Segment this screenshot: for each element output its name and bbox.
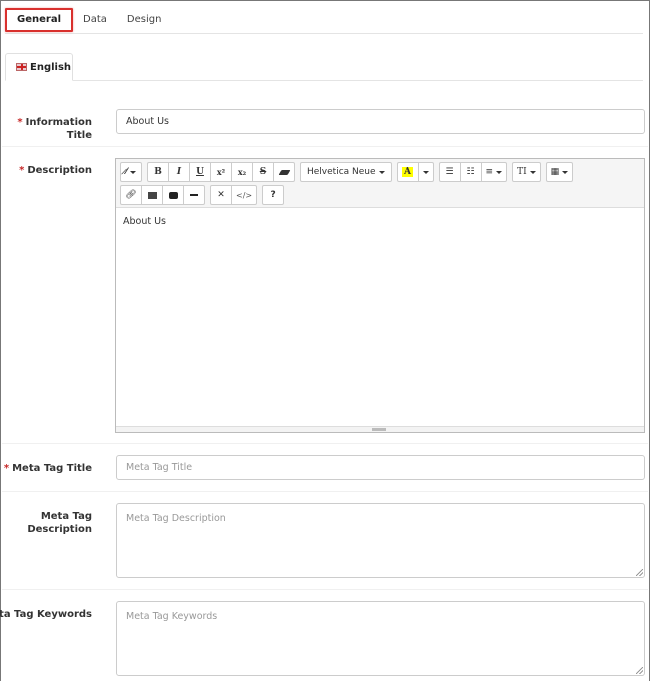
meta-title-input[interactable]: Meta Tag Title [116,455,645,480]
ordered-list-button[interactable]: ☷ [459,162,482,182]
italic-button[interactable]: I [168,162,190,182]
uk-flag-icon [16,63,27,71]
table-dropdown[interactable]: ▦ [545,162,574,182]
meta-keywords-row: Meta Tag Keywords Meta Tag Keywords [0,590,648,681]
tab-design[interactable]: Design [117,8,172,32]
meta-description-textarea[interactable]: Meta Tag Description [116,503,645,578]
style-dropdown-button[interactable]: ⁄̷ [120,162,142,182]
color-dropdown-button[interactable] [417,162,434,182]
insert-link-button[interactable]: 🔗︎ [120,185,142,205]
language-tabs: English [5,53,643,81]
help-button[interactable]: ? [262,185,285,205]
form-container: General Data Design English * Information… [0,0,650,681]
list-ul-icon: ☰ [445,167,454,177]
insert-picture-button[interactable] [141,185,163,205]
information-title-label: * Information Title [17,117,92,141]
main-tabs: General Data Design [5,8,643,34]
information-title-input[interactable]: About Us [116,109,645,134]
underline-button[interactable]: U [189,162,211,182]
text-color-button[interactable]: A [396,162,419,182]
language-label: English [30,61,72,73]
meta-title-label: * Meta Tag Title [3,463,92,474]
fullscreen-button[interactable]: ✕ [210,185,232,205]
list-ol-icon: ☷ [466,167,475,177]
meta-keywords-textarea[interactable]: Meta Tag Keywords [116,601,645,676]
editor-toolbar: ⁄̷ B I U x² x₂ S Helvetica Neue A ☰ ☷ ≡ … [116,159,644,208]
required-asterisk: * [17,117,23,128]
meta-keywords-label: Meta Tag Keywords [0,609,92,620]
resize-handle-icon[interactable] [636,569,643,576]
required-asterisk: * [19,165,25,176]
clear-format-button[interactable] [273,162,295,182]
table-icon: ▦ [550,167,560,177]
paragraph-align-dropdown[interactable]: ≡ [480,162,508,182]
editor-content-area[interactable]: About Us [116,208,644,426]
video-icon [168,191,178,199]
editor-resize-bar[interactable] [116,426,644,432]
picture-icon [147,191,157,199]
superscript-button[interactable]: x² [210,162,232,182]
font-name-dropdown[interactable]: Helvetica Neue [300,162,392,182]
insert-video-button[interactable] [162,185,184,205]
align-icon: ≡ [485,167,494,177]
link-icon: 🔗︎ [125,190,137,200]
information-title-row: * Information Title About Us [2,98,648,147]
resize-handle-icon[interactable] [636,667,643,674]
insert-hr-button[interactable] [183,185,205,205]
required-asterisk: * [3,463,10,474]
resize-grip-icon [372,428,386,431]
description-label: * Description [19,165,92,176]
hr-icon [190,194,198,196]
magic-wand-icon: ⁄̷ [125,167,128,177]
tab-language-english[interactable]: English [5,53,73,81]
rich-text-editor: ⁄̷ B I U x² x₂ S Helvetica Neue A ☰ ☷ ≡ … [115,158,645,433]
font-size-dropdown[interactable]: TI [512,162,541,182]
tab-data[interactable]: Data [73,8,117,32]
meta-description-label: Meta Tag Description [27,511,92,535]
meta-title-row: * Meta Tag Title Meta Tag Title [2,444,648,492]
fullscreen-icon: ✕ [217,190,225,200]
eraser-icon [278,169,290,175]
meta-description-row: Meta Tag Description Meta Tag Descriptio… [2,492,648,590]
codeview-button[interactable]: </> [231,185,258,205]
bold-button[interactable]: B [147,162,169,182]
strikethrough-button[interactable]: S [252,162,274,182]
unordered-list-button[interactable]: ☰ [438,162,461,182]
tab-general[interactable]: General [5,8,73,32]
subscript-button[interactable]: x₂ [231,162,253,182]
